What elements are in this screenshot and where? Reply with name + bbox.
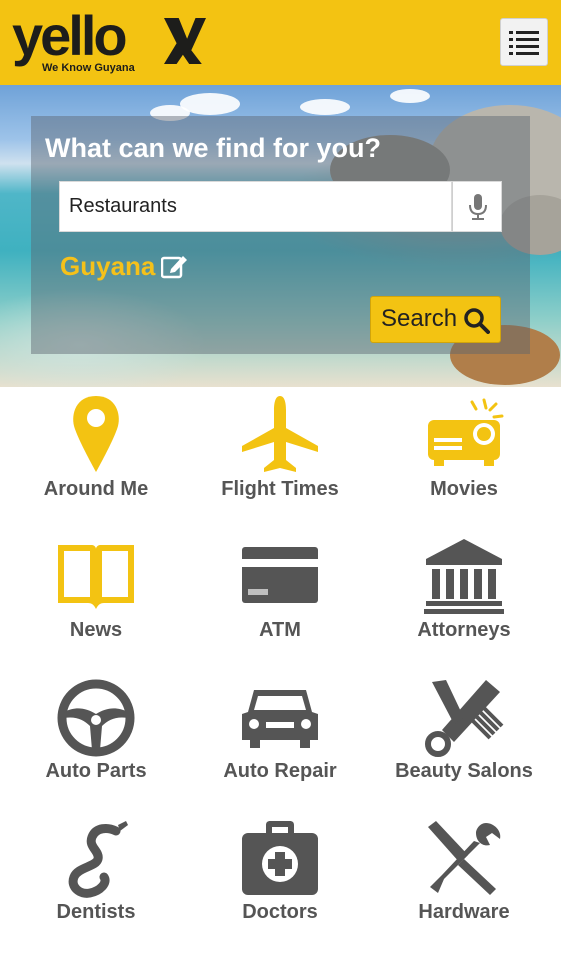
category-label: News <box>69 619 123 641</box>
category-label: Auto Parts <box>45 760 147 782</box>
cloud <box>390 89 430 103</box>
credit-card-icon <box>242 547 318 603</box>
voice-search-button[interactable] <box>452 181 502 232</box>
courthouse-icon <box>424 539 504 614</box>
search-button[interactable]: Search <box>370 296 501 343</box>
brand-tagline: We Know Guyana <box>42 62 135 74</box>
edit-icon <box>161 256 188 279</box>
category-label: Dentists <box>56 901 136 923</box>
open-book-icon <box>58 545 134 609</box>
dental-tool-icon <box>68 821 128 898</box>
brand-wordmark: yello <box>12 4 128 67</box>
location-selector[interactable]: Guyana <box>60 250 189 282</box>
comb-scissors-icon <box>425 680 504 757</box>
microphone-icon <box>469 194 487 220</box>
category-doctors[interactable]: Doctors <box>190 819 370 949</box>
yello-logo-mark-icon <box>164 18 206 64</box>
airplane-icon <box>242 396 318 472</box>
category-label: Movies <box>430 478 498 500</box>
category-around-me[interactable]: Around Me <box>6 396 186 526</box>
category-label: ATM <box>259 619 301 641</box>
yello-logo[interactable]: yello We Know Guyana <box>12 4 222 80</box>
hamburger-menu-icon <box>509 31 539 55</box>
car-icon <box>242 690 318 748</box>
category-attorneys[interactable]: Attorneys <box>374 537 554 667</box>
medical-kit-icon <box>242 821 318 895</box>
category-label: Flight Times <box>221 478 339 500</box>
category-atm[interactable]: ATM <box>190 537 370 667</box>
location-label: Guyana <box>60 250 156 281</box>
category-flight-times[interactable]: Flight Times <box>190 396 370 526</box>
category-label: Doctors <box>242 901 318 923</box>
category-label: Around Me <box>43 478 149 500</box>
wrench-screwdriver-icon <box>428 821 501 895</box>
search-input[interactable] <box>59 181 452 232</box>
category-hardware[interactable]: Hardware <box>374 819 554 949</box>
search-title: What can we find for you? <box>45 133 381 163</box>
search-icon <box>464 308 490 334</box>
category-auto-parts[interactable]: Auto Parts <box>6 678 186 808</box>
category-auto-repair[interactable]: Auto Repair <box>190 678 370 808</box>
category-news[interactable]: News <box>6 537 186 667</box>
projector-icon <box>428 398 504 466</box>
menu-button[interactable] <box>500 18 548 66</box>
category-label: Beauty Salons <box>395 760 533 782</box>
search-button-label: Search <box>381 305 458 332</box>
category-dentists[interactable]: Dentists <box>6 819 186 949</box>
steering-wheel-icon <box>57 679 135 757</box>
cloud <box>300 99 350 115</box>
map-pin-icon <box>73 396 119 472</box>
category-movies[interactable]: Movies <box>374 396 554 526</box>
app-header: yello We Know Guyana <box>0 0 561 85</box>
category-beauty-salons[interactable]: Beauty Salons <box>374 678 554 808</box>
category-label: Attorneys <box>417 619 511 641</box>
category-label: Auto Repair <box>223 760 337 782</box>
category-label: Hardware <box>418 901 510 923</box>
